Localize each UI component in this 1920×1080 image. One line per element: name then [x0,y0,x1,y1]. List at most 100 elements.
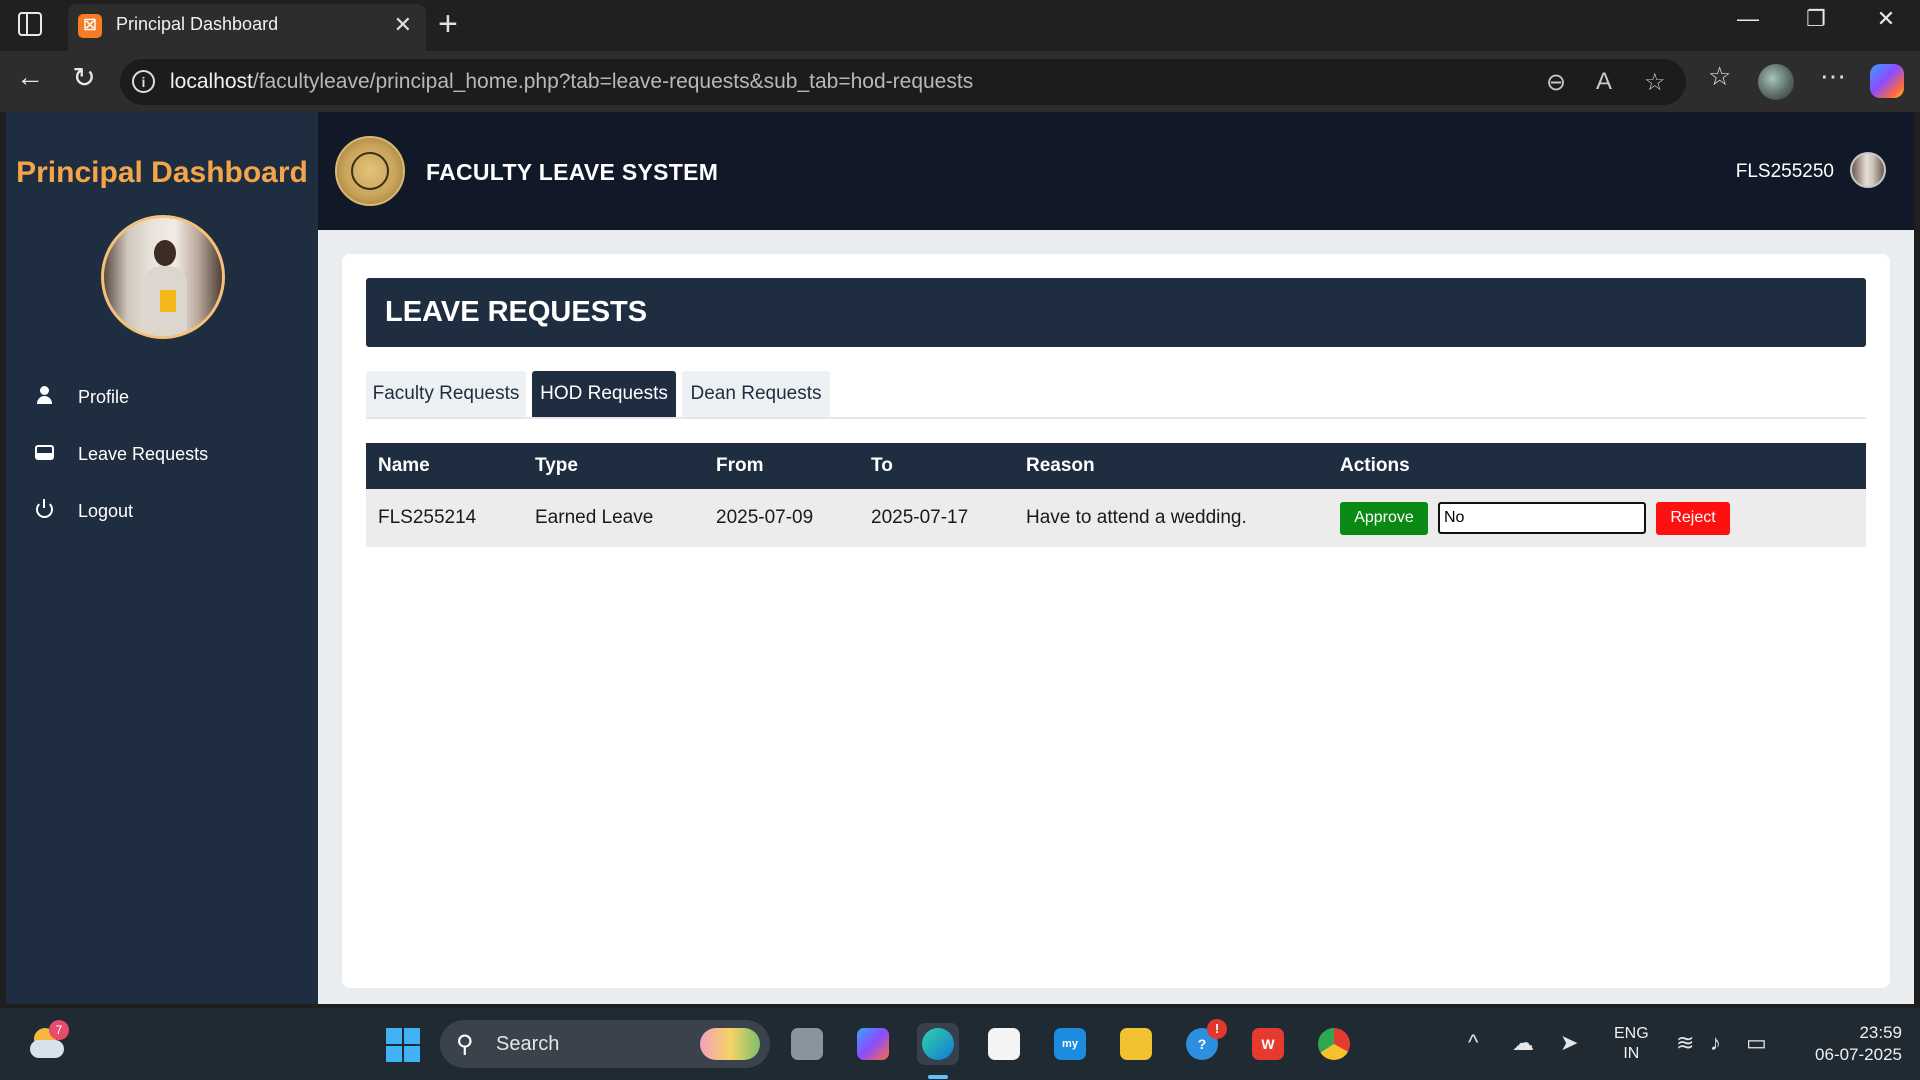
power-icon [32,498,56,523]
url-path: /facultyleave/principal_home.php?tab=lea… [252,70,974,93]
microsoft-store-icon[interactable] [983,1023,1025,1065]
top-header: FACULTY LEAVE SYSTEM FLS255250 [318,112,1914,230]
column-header-type: Type [523,443,704,489]
sidebar-item-label: Logout [78,501,134,521]
sidebar-item-logout[interactable]: Logout [6,483,318,540]
sidebar-title: Principal Dashboard [16,156,308,189]
url-field[interactable]: i localhost/facultyleave/principal_home.… [120,59,1686,105]
cell-from: 2025-07-09 [704,489,859,547]
sidebar: Principal Dashboard Profile Leave Reques… [6,112,318,1004]
onedrive-icon[interactable]: ☁ [1512,1030,1534,1056]
browser-profile-avatar[interactable] [1758,64,1794,100]
browser-tab-bar: ☒ Principal Dashboard ✕ + — ❐ ✕ [0,0,1920,51]
leave-requests-table: Name Type From To Reason Actions FLS2552… [366,443,1866,547]
file-explorer-icon[interactable] [1115,1023,1157,1065]
get-help-icon[interactable]: ? ! [1181,1019,1227,1065]
battery-icon[interactable]: ▭ [1746,1030,1767,1056]
approve-button[interactable]: Approve [1340,501,1428,535]
column-header-from: From [704,443,859,489]
column-header-reason: Reason [1014,443,1328,489]
weather-badge: 7 [49,1020,69,1040]
leave-requests-card: LEAVE REQUESTS Faculty Requests HOD Requ… [342,254,1890,988]
request-tabs: Faculty Requests HOD Requests Dean Reque… [366,371,1866,419]
table-header-row: Name Type From To Reason Actions [366,443,1866,489]
language-code: ENG [1614,1025,1649,1042]
url-text: localhost/facultyleave/principal_home.ph… [170,70,973,94]
taskbar-search[interactable]: ⚲ Search [440,1020,770,1068]
search-label: Search [496,1033,560,1055]
active-app-indicator [928,1075,948,1079]
region-code: IN [1623,1045,1640,1062]
refresh-icon[interactable]: ↻ [64,61,104,94]
cell-to: 2025-07-17 [859,489,1014,547]
sidebar-item-label: Profile [78,387,130,407]
cell-actions: Approve Reject [1328,489,1866,547]
chrome-icon[interactable] [1313,1023,1355,1065]
inbox-icon [32,444,56,465]
edge-browser-icon[interactable] [917,1023,959,1065]
cell-reason: Have to attend a wedding. [1014,489,1328,547]
reject-reason-input[interactable] [1438,502,1646,534]
tab-actions-icon[interactable] [18,12,42,36]
more-options-icon[interactable]: ⋯ [1820,61,1846,92]
clock-date: 06-07-2025 [1815,1045,1902,1064]
user-icon [32,386,56,409]
location-icon[interactable]: ➤ [1560,1030,1578,1056]
volume-icon[interactable]: ♪ [1710,1030,1721,1056]
taskbar: 7 ⚲ Search my ? ! W ^ ☁ ➤ ENG IN ≋ ♪ ▭ 2… [0,1008,1920,1080]
column-header-name: Name [366,443,523,489]
chevron-up-icon[interactable]: ^ [1468,1030,1478,1056]
weather-widget-icon[interactable]: 7 [28,1020,69,1064]
faculty-leave-logo [335,136,405,206]
browser-address-bar: ← ↻ i localhost/facultyleave/principal_h… [0,51,1920,112]
search-highlight-image [700,1028,760,1060]
favorite-star-icon[interactable]: ☆ [1644,68,1666,97]
clock-time: 23:59 [1859,1023,1902,1042]
system-clock[interactable]: 23:59 06-07-2025 [1792,1022,1902,1066]
column-header-to: To [859,443,1014,489]
zoom-out-icon[interactable]: ⊖ [1546,68,1566,97]
new-tab-icon[interactable]: + [438,4,458,44]
close-icon[interactable]: ✕ [394,12,412,38]
section-title: LEAVE REQUESTS [385,296,648,328]
tab-hod-requests[interactable]: HOD Requests [532,371,676,417]
cell-name: FLS255214 [366,489,523,547]
brand-title: FACULTY LEAVE SYSTEM [426,159,719,185]
user-id: FLS255250 [1735,161,1834,182]
web-page: Principal Dashboard Profile Leave Reques… [6,112,1914,1004]
site-info-icon[interactable]: i [132,70,155,93]
tab-title: Principal Dashboard [116,14,279,34]
tab-dean-requests[interactable]: Dean Requests [682,371,830,417]
myhp-icon[interactable]: my [1049,1023,1091,1065]
table-row: FLS255214 Earned Leave 2025-07-09 2025-0… [366,489,1866,547]
favorites-icon[interactable]: ☆ [1708,61,1731,92]
sidebar-item-label: Leave Requests [78,444,209,464]
copilot-icon[interactable] [1870,64,1904,98]
section-header: LEAVE REQUESTS [366,278,1866,347]
tab-faculty-requests[interactable]: Faculty Requests [366,371,526,417]
principal-avatar [101,215,225,339]
task-view-icon[interactable] [786,1023,828,1065]
user-avatar[interactable] [1850,152,1886,188]
window-close-icon[interactable]: ✕ [1866,6,1906,32]
language-indicator[interactable]: ENG IN [1614,1024,1649,1064]
back-arrow-icon[interactable]: ← [10,61,50,93]
search-icon: ⚲ [456,1031,474,1058]
minimize-icon[interactable]: — [1728,6,1768,32]
help-badge: ! [1207,1019,1227,1039]
windows-start-icon[interactable] [386,1028,420,1062]
reject-button[interactable]: Reject [1656,501,1730,535]
copilot-app-icon[interactable] [852,1023,894,1065]
cell-type: Earned Leave [523,489,704,547]
sidebar-item-leave-requests[interactable]: Leave Requests [6,426,318,483]
sidebar-item-profile[interactable]: Profile [6,369,318,426]
restore-icon[interactable]: ❐ [1796,6,1836,32]
wps-office-icon[interactable]: W [1247,1023,1289,1065]
wifi-icon[interactable]: ≋ [1676,1030,1694,1056]
browser-tab[interactable]: ☒ Principal Dashboard ✕ [68,4,426,51]
column-header-actions: Actions [1328,443,1866,489]
sidebar-nav: Profile Leave Requests Logout [6,369,318,540]
xampp-icon: ☒ [78,14,102,38]
read-aloud-icon[interactable]: A [1596,68,1612,96]
url-host: localhost [170,70,253,93]
